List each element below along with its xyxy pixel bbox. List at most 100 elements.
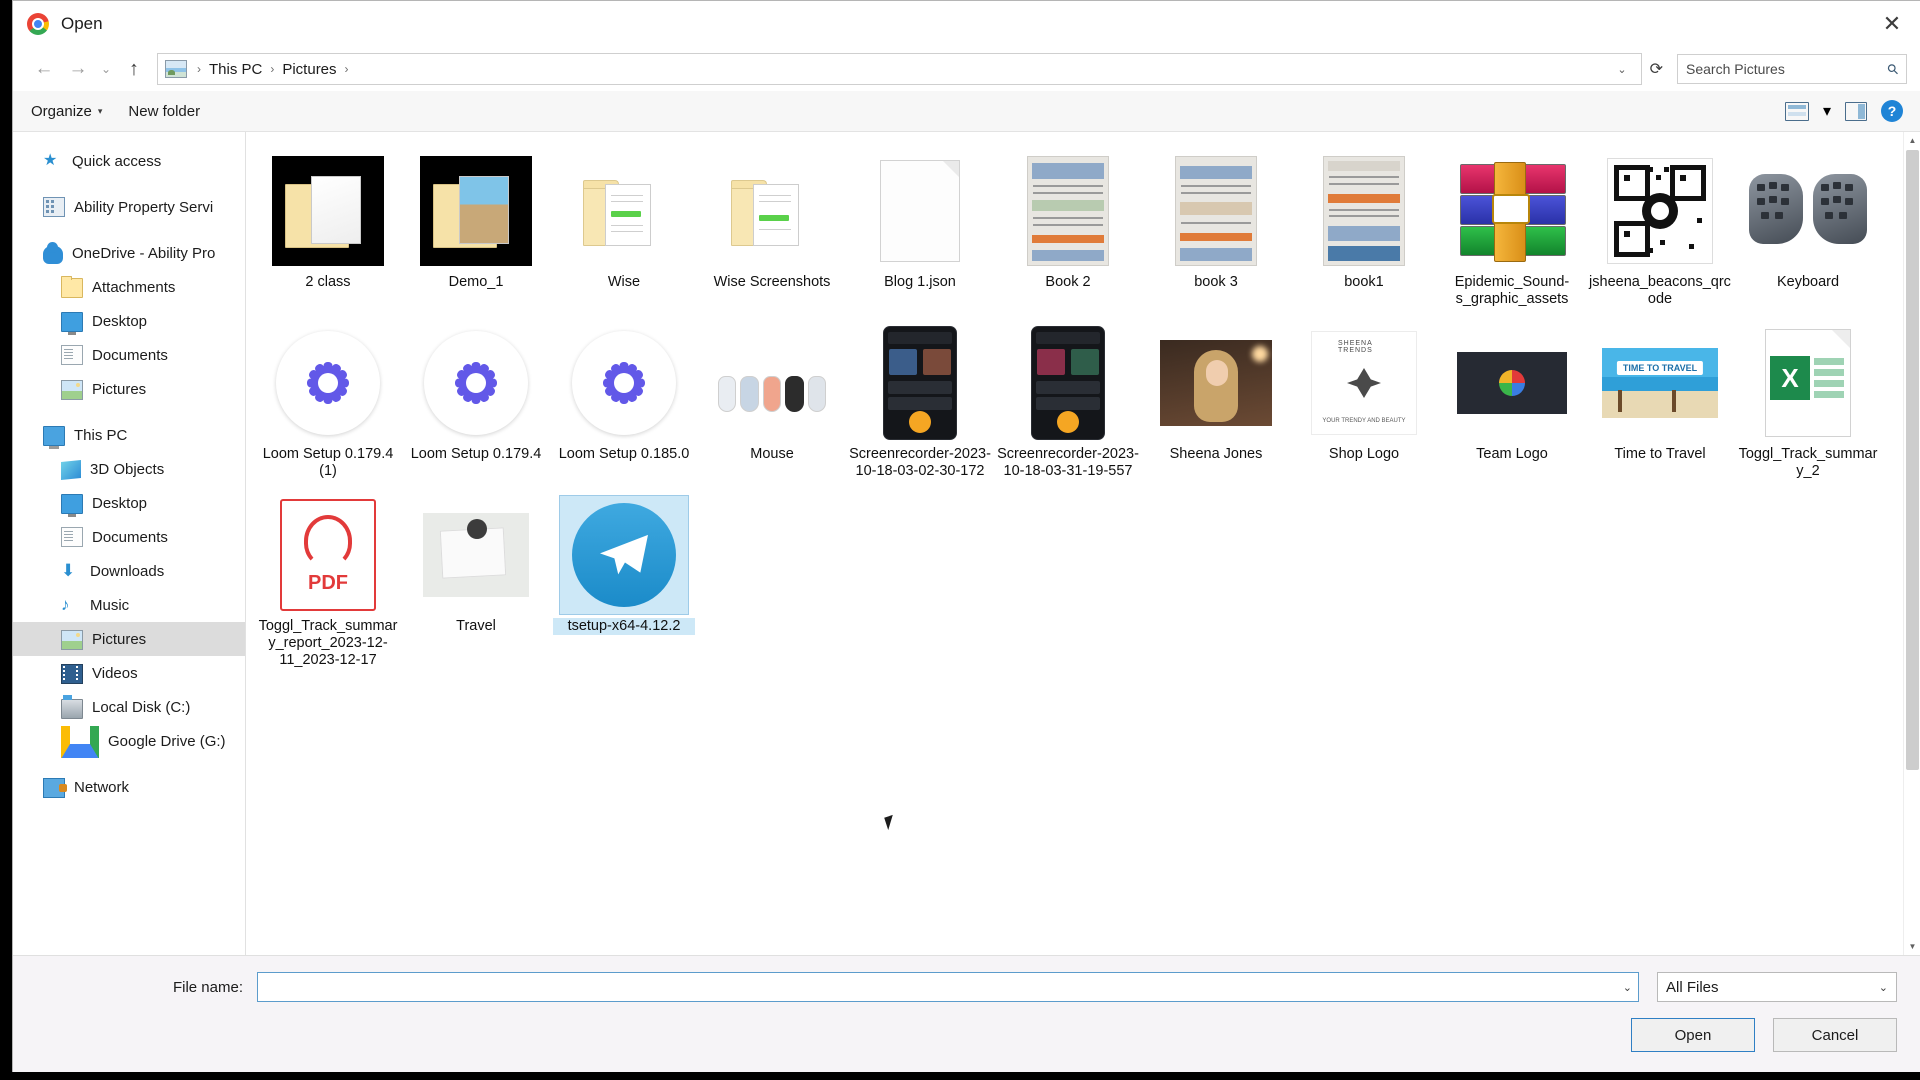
file-item[interactable]: Keyboard <box>1734 146 1882 318</box>
file-name-label: tsetup-x64-4.12.2 <box>553 618 695 635</box>
breadcrumb-pictures[interactable]: Pictures <box>279 61 339 78</box>
file-item[interactable]: book1 <box>1290 146 1438 318</box>
excel-logo-letter: X <box>1770 356 1810 400</box>
search-placeholder: Search Pictures <box>1686 61 1785 77</box>
file-item[interactable]: Blog 1.json <box>846 146 994 318</box>
file-item[interactable]: Epidemic_Sound-s_graphic_assets <box>1438 146 1586 318</box>
sidebar-item-label: This PC <box>74 426 128 444</box>
sidebar-item-onedrive[interactable]: OneDrive - Ability Pro <box>13 236 245 270</box>
file-item[interactable]: Screenrecorder-2023-10-18-03-02-30-172 <box>846 318 994 490</box>
file-item[interactable]: Team Logo <box>1438 318 1586 490</box>
file-name-input[interactable]: ⌄ <box>257 972 1639 1002</box>
file-thumbnail: X <box>1744 324 1872 442</box>
preview-pane-icon[interactable] <box>1845 101 1867 121</box>
open-file-dialog: Open ✕ ← → ⌄ ↑ › This PC › Pictures › ⌄ … <box>12 0 1920 1074</box>
back-button[interactable]: ← <box>27 52 61 86</box>
loom-logo-icon <box>572 331 676 435</box>
open-button[interactable]: Open <box>1631 1018 1755 1052</box>
file-name-label: Sheena Jones <box>1169 446 1263 462</box>
file-item[interactable]: book 3 <box>1142 146 1290 318</box>
sidebar-item-label: Pictures <box>92 630 147 648</box>
search-input[interactable]: Search Pictures ⚲ <box>1677 54 1907 84</box>
file-item[interactable]: Loom Setup 0.179.4 <box>402 318 550 490</box>
sidebar-item-local-disk[interactable]: Local Disk (C:) <box>13 690 245 724</box>
file-item[interactable]: Wise Screenshots <box>698 146 846 318</box>
scroll-up-icon[interactable]: ▲ <box>1904 132 1920 149</box>
sidebar-item-attachments[interactable]: Attachments <box>13 270 245 304</box>
file-name-row: File name: ⌄ All Files ⌄ <box>13 970 1897 1004</box>
breadcrumb-separator: › <box>344 62 349 76</box>
pc-icon <box>43 425 65 449</box>
file-item-selected[interactable]: tsetup-x64-4.12.2 <box>550 490 698 679</box>
close-icon[interactable]: ✕ <box>1863 1 1920 47</box>
sidebar-item-music[interactable]: ♪ Music <box>13 588 245 622</box>
file-item[interactable]: jsheena_beacons_qrcode <box>1586 146 1734 318</box>
file-name-label: Blog 1.json <box>884 274 956 290</box>
sidebar-item-downloads[interactable]: ⬇ Downloads <box>13 554 245 588</box>
sidebar-item-quick-access[interactable]: ★ Quick access <box>13 144 245 178</box>
file-item[interactable]: 2 class <box>254 146 402 318</box>
forward-button[interactable]: → <box>61 52 95 86</box>
sidebar-item-label: Documents <box>92 346 168 364</box>
sidebar-item-documents[interactable]: Documents <box>13 520 245 554</box>
cancel-button[interactable]: Cancel <box>1773 1018 1897 1052</box>
file-list-pane[interactable]: 2 class Demo_1 Wise Wise Screenshots Blo… <box>246 132 1920 955</box>
sidebar-item-onedrive-desktop[interactable]: Desktop <box>13 304 245 338</box>
file-type-dropdown[interactable]: All Files ⌄ <box>1657 972 1897 1002</box>
vertical-scrollbar[interactable]: ▲ ▼ <box>1903 132 1920 955</box>
file-item[interactable]: Wise <box>550 146 698 318</box>
chevron-down-icon[interactable]: ▾ <box>1823 101 1831 121</box>
network-icon <box>43 778 67 798</box>
address-breadcrumb-bar[interactable]: › This PC › Pictures › ⌄ <box>157 53 1642 85</box>
sidebar-item-desktop[interactable]: Desktop <box>13 486 245 520</box>
file-item[interactable]: X Toggl_Track_summary_2 <box>1734 318 1882 490</box>
scrollbar-thumb[interactable] <box>1906 150 1919 770</box>
file-item[interactable]: Loom Setup 0.185.0 <box>550 318 698 490</box>
recent-locations-button[interactable]: ⌄ <box>95 52 117 86</box>
scroll-down-icon[interactable]: ▼ <box>1904 938 1920 955</box>
file-thumbnail: SHEENA TRENDS YOUR TRENDY AND BEAUTY <box>1300 324 1428 442</box>
file-item[interactable]: TIME TO TRAVEL Time to Travel <box>1586 318 1734 490</box>
sidebar-item-3d-objects[interactable]: 3D Objects <box>13 452 245 486</box>
sidebar-item-onedrive-pictures[interactable]: Pictures <box>13 372 245 406</box>
file-item[interactable]: Screenrecorder-2023-10-18-03-31-19-557 <box>994 318 1142 490</box>
file-item[interactable]: Book 2 <box>994 146 1142 318</box>
3d-objects-icon <box>61 459 81 481</box>
sidebar-item-this-pc[interactable]: This PC <box>13 418 245 452</box>
file-thumbnail <box>559 495 689 615</box>
sidebar-item-videos[interactable]: Videos <box>13 656 245 690</box>
help-icon[interactable]: ? <box>1881 100 1903 122</box>
breadcrumb-this-pc[interactable]: This PC <box>206 61 265 78</box>
file-name-label: Keyboard <box>1776 274 1840 290</box>
file-item[interactable]: SHEENA TRENDS YOUR TRENDY AND BEAUTY Sho… <box>1290 318 1438 490</box>
view-mode-icon[interactable] <box>1784 101 1809 121</box>
file-item[interactable]: PDF Toggl_Track_summary_report_2023-12-1… <box>254 490 402 679</box>
file-item[interactable]: Loom Setup 0.179.4 (1) <box>254 318 402 490</box>
refresh-icon[interactable]: ⟳ <box>1642 59 1671 79</box>
chevron-down-icon[interactable]: ⌄ <box>1615 981 1632 994</box>
sidebar-item-label: Local Disk (C:) <box>92 698 191 716</box>
chrome-logo-icon <box>27 13 49 35</box>
sidebar-item-google-drive[interactable]: Google Drive (G:) <box>13 724 245 758</box>
sidebar-item-label: Music <box>90 596 130 614</box>
sidebar-item-pictures[interactable]: Pictures <box>13 622 245 656</box>
sidebar-item-onedrive-documents[interactable]: Documents <box>13 338 245 372</box>
music-icon: ♪ <box>61 595 70 614</box>
desktop-icon <box>61 493 83 517</box>
organize-button[interactable]: Organize ▾ <box>31 103 102 120</box>
up-button[interactable]: ↑ <box>117 52 151 86</box>
file-item[interactable]: Sheena Jones <box>1142 318 1290 490</box>
chevron-down-icon[interactable]: ⌄ <box>1607 63 1636 76</box>
file-item[interactable]: Demo_1 <box>402 146 550 318</box>
file-thumbnail <box>708 152 836 270</box>
organize-label: Organize <box>31 102 92 120</box>
file-item[interactable]: Travel <box>402 490 550 679</box>
new-folder-label: New folder <box>128 102 201 120</box>
chevron-down-icon[interactable]: ⌄ <box>1879 981 1888 994</box>
new-folder-button[interactable]: New folder <box>128 103 200 120</box>
sidebar-item-network[interactable]: Network <box>13 770 245 804</box>
sidebar-item-label: Desktop <box>92 494 148 512</box>
file-item[interactable]: Mouse <box>698 318 846 490</box>
sidebar-item-ability-property[interactable]: Ability Property Servi <box>13 190 245 224</box>
file-thumbnail <box>708 324 836 442</box>
